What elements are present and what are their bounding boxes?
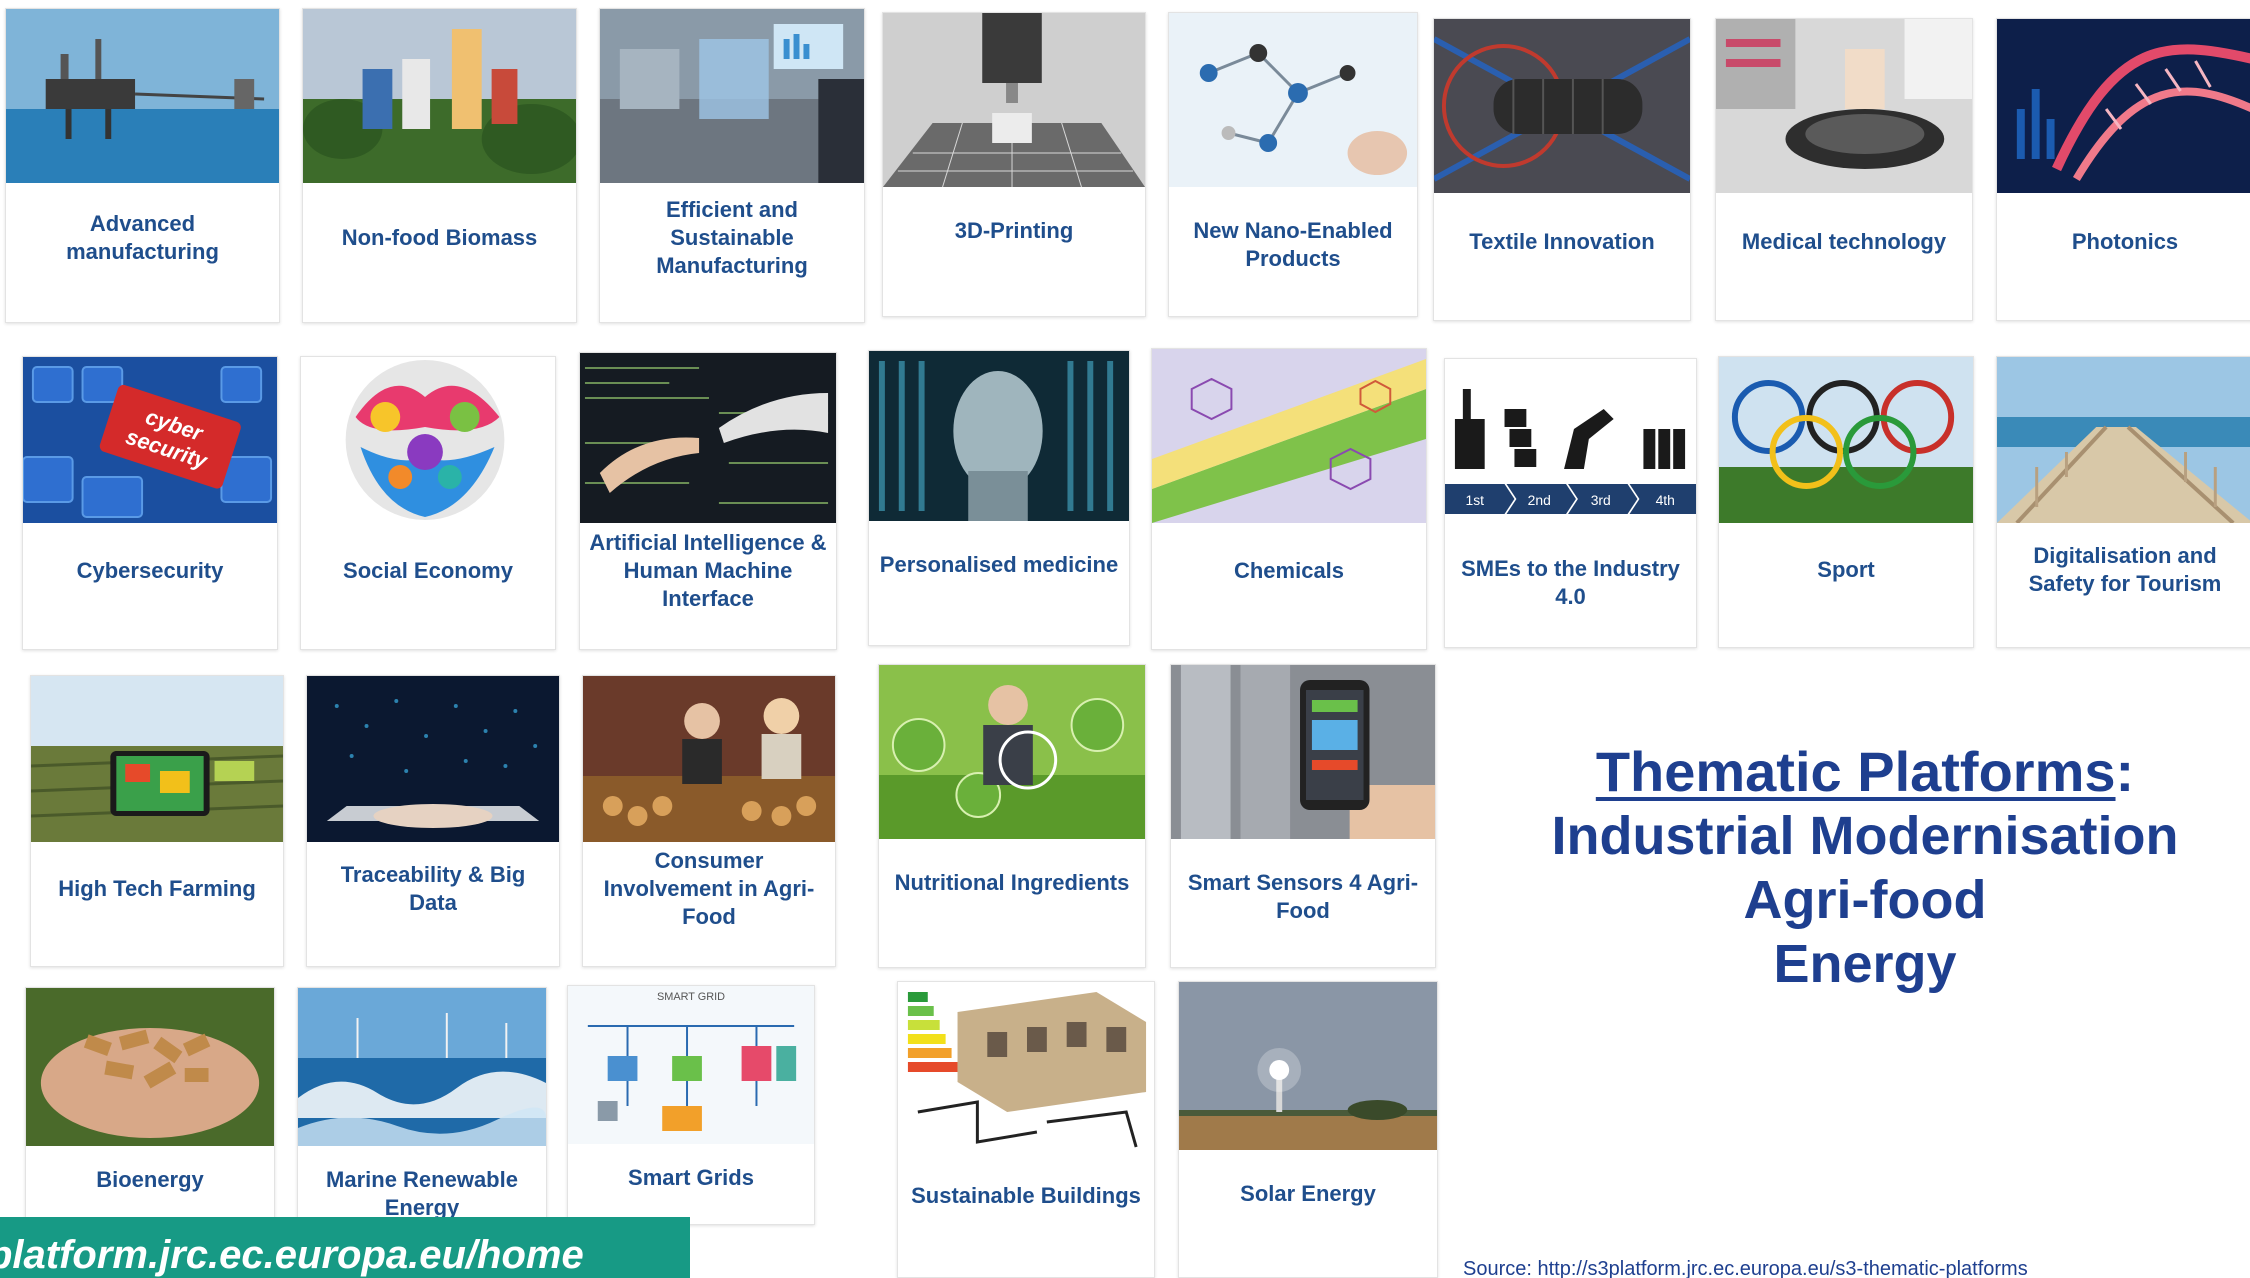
- oil-platform-image: [6, 9, 279, 183]
- tile-label: Social Economy: [343, 558, 513, 583]
- tile-smart-grids[interactable]: SMART GRID Smart Grids: [567, 985, 815, 1225]
- social-people-logo-image: [301, 357, 555, 523]
- tile-label: Solar Energy: [1240, 1181, 1376, 1206]
- tile-new-nano-enabled-products[interactable]: New Nano-Enabled Products: [1168, 12, 1418, 317]
- tile-label: 3D-Printing: [954, 218, 1074, 243]
- tile-label: Advanced manufacturing: [66, 210, 219, 264]
- smart-grid-caption: SMART GRID: [657, 991, 725, 1003]
- chemical-molecules-image: [1152, 349, 1426, 523]
- robot-hand-code-image: [580, 353, 836, 523]
- industry-revolution-steps-image: 1st 2nd 3rd 4th: [1445, 359, 1696, 525]
- url-banner[interactable]: platform.jrc.ec.europa.eu/home: [0, 1217, 690, 1278]
- title-colon: :: [2115, 740, 2135, 803]
- tile-label: Efficient and Sustainable Manufacturing: [656, 196, 808, 278]
- tile-label: New Nano-Enabled Products: [1193, 218, 1393, 271]
- tile-label: Smart Grids: [628, 1165, 754, 1190]
- tile-nutritional-ingredients[interactable]: Nutritional Ingredients: [878, 664, 1146, 968]
- ocean-waves-image: [298, 988, 546, 1146]
- subtitle-energy: Energy: [1773, 934, 1957, 994]
- molecule-model-image: [1169, 13, 1417, 187]
- tile-traceability-big-data[interactable]: Traceability & Big Data: [306, 675, 560, 967]
- slide: Advanced manufacturing Non-food Biomass: [0, 0, 2250, 1278]
- tile-label: Artificial Intelligence & Human Machine …: [589, 530, 827, 611]
- bioplastic-bottles-image: [303, 9, 576, 183]
- nutrition-icons-image: [879, 665, 1145, 839]
- tile-label: Bioenergy: [96, 1167, 204, 1192]
- subtitle-agri-food: Agri-food: [1743, 870, 1987, 930]
- tile-label: Digitalisation and Safety for Tourism: [2028, 543, 2222, 596]
- tile-consumer-involvement-agri-food[interactable]: Consumer Involvement in Agri-Food: [582, 675, 836, 967]
- tile-medical-technology[interactable]: Medical technology: [1715, 18, 1973, 321]
- tile-label: Textile Innovation: [1469, 228, 1655, 254]
- tile-label: SMEs to the Industry 4.0: [1461, 556, 1680, 609]
- tile-chemicals[interactable]: Chemicals: [1151, 348, 1427, 650]
- tile-sport[interactable]: Sport: [1718, 356, 1974, 648]
- step-1-text: 1st: [1466, 492, 1485, 508]
- cyber-keyboard-image: cyber security: [23, 357, 277, 523]
- step-4-text: 4th: [1656, 492, 1675, 508]
- tile-advanced-manufacturing[interactable]: Advanced manufacturing: [5, 8, 280, 323]
- source-citation[interactable]: Source: http://s3platform.jrc.ec.europa.…: [1463, 1258, 2028, 1278]
- tile-photonics[interactable]: Photonics: [1996, 18, 2250, 321]
- farming-tablet-image: [31, 676, 283, 842]
- data-tablet-image: [307, 676, 559, 842]
- step-3-text: 3rd: [1591, 492, 1611, 508]
- step-2-text: 2nd: [1528, 492, 1551, 508]
- tile-label: Smart Sensors 4 Agri-Food: [1187, 870, 1419, 923]
- subtitle-industrial-modernisation: Industrial Modernisation: [1551, 806, 2179, 866]
- factory-hologram-image: [600, 9, 864, 183]
- title-block: Thematic Platforms: Industrial Modernisa…: [1480, 740, 2250, 996]
- tile-3d-printing[interactable]: 3D-Printing: [882, 12, 1146, 317]
- 3d-printer-image: [883, 13, 1145, 187]
- url-banner-text[interactable]: platform.jrc.ec.europa.eu/home: [0, 1233, 584, 1278]
- tile-label: Sustainable Buildings: [911, 1183, 1141, 1208]
- olympic-rings-image: [1719, 357, 1973, 523]
- tile-smes-industry-4[interactable]: 1st 2nd 3rd 4th SMEs to the Industry 4.0: [1444, 358, 1697, 648]
- page-title: Thematic Platforms:: [1480, 740, 2250, 804]
- tile-textile-innovation[interactable]: Textile Innovation: [1433, 18, 1691, 321]
- lab-equipment-image: [1716, 19, 1972, 193]
- food-market-image: [583, 676, 835, 842]
- tile-smart-sensors-agri-food[interactable]: Smart Sensors 4 Agri-Food: [1170, 664, 1436, 968]
- energy-building-image: [898, 982, 1154, 1152]
- brewery-phone-image: [1171, 665, 1435, 839]
- tile-label: Chemicals: [1233, 558, 1345, 583]
- tile-artificial-intelligence-hmi[interactable]: Artificial Intelligence & Human Machine …: [579, 352, 837, 650]
- dna-helix-image: [1997, 19, 2250, 193]
- smart-grid-diagram-image: SMART GRID: [568, 986, 814, 1144]
- wood-chips-hands-image: [26, 988, 274, 1146]
- tile-label: Photonics: [2071, 228, 2179, 254]
- textile-machine-image: [1434, 19, 1690, 193]
- tile-efficient-sustainable-manufacturing[interactable]: Efficient and Sustainable Manufacturing: [599, 8, 865, 323]
- tile-label: High Tech Farming: [58, 876, 256, 901]
- tile-personalised-medicine[interactable]: Personalised medicine: [868, 350, 1130, 646]
- tile-label: Non-food Biomass: [341, 224, 538, 250]
- tile-label: Medical technology: [1741, 228, 1947, 254]
- tile-label: Cybersecurity: [76, 558, 224, 583]
- solar-tower-image: [1179, 982, 1437, 1150]
- tile-cybersecurity[interactable]: cyber security Cybersecurity: [22, 356, 278, 650]
- tile-bioenergy[interactable]: Bioenergy: [25, 987, 275, 1227]
- tile-label: Consumer Involvement in Agri-Food: [603, 848, 815, 929]
- thematic-platforms-link[interactable]: Thematic Platforms: [1596, 740, 2116, 803]
- tile-label: Nutritional Ingredients: [894, 870, 1130, 895]
- boardwalk-pier-image: [1997, 357, 2250, 523]
- tile-label: Marine Renewable Energy: [326, 1167, 518, 1220]
- tile-label: Traceability & Big Data: [340, 862, 526, 915]
- tile-social-economy[interactable]: Social Economy: [300, 356, 556, 650]
- tile-label: Personalised medicine: [879, 552, 1119, 577]
- tile-high-tech-farming[interactable]: High Tech Farming: [30, 675, 284, 967]
- tile-non-food-biomass[interactable]: Non-food Biomass: [302, 8, 577, 323]
- tile-marine-renewable-energy[interactable]: Marine Renewable Energy: [297, 987, 547, 1227]
- dna-face-image: [869, 351, 1129, 521]
- tile-solar-energy[interactable]: Solar Energy: [1178, 981, 1438, 1278]
- tile-digitalisation-safety-tourism[interactable]: Digitalisation and Safety for Tourism: [1996, 356, 2250, 648]
- tile-sustainable-buildings[interactable]: Sustainable Buildings: [897, 981, 1155, 1278]
- tile-label: Sport: [1817, 557, 1875, 582]
